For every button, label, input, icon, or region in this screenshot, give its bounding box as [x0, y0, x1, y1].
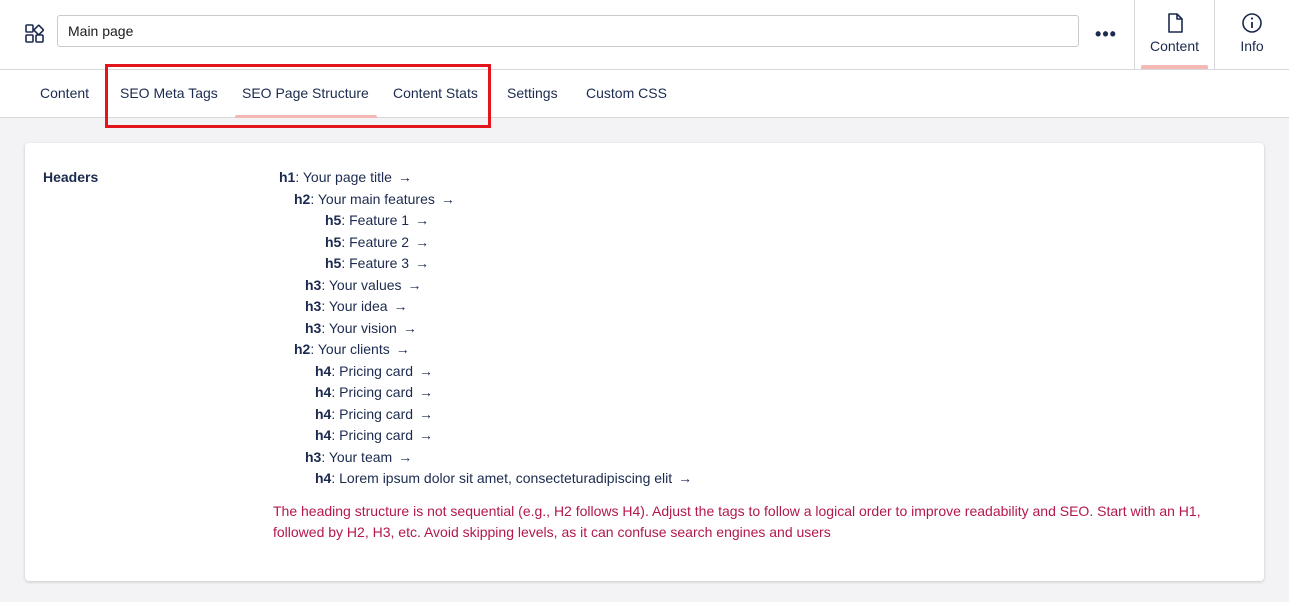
- heading-text: Your values: [328, 276, 402, 293]
- arrow-right-icon[interactable]: →: [678, 470, 692, 486]
- tab-seo-meta-tags[interactable]: SEO Meta Tags: [120, 70, 218, 118]
- heading-item[interactable]: h4: Pricing card →: [315, 404, 433, 425]
- tab-settings[interactable]: Settings: [507, 70, 558, 118]
- arrow-right-icon[interactable]: →: [398, 169, 412, 185]
- heading-text: Your page title: [302, 169, 392, 185]
- app-tab-content[interactable]: Content: [1134, 0, 1214, 69]
- arrow-right-icon[interactable]: →: [419, 384, 433, 400]
- page-name-input[interactable]: [57, 15, 1079, 47]
- heading-text: Your main features: [317, 190, 435, 207]
- heading-tag: h1: [279, 169, 296, 185]
- structure-warning: The heading structure is not sequential …: [273, 503, 1201, 540]
- heading-tag: h4: [315, 470, 332, 486]
- heading-item[interactable]: h5: Feature 3 →: [325, 253, 429, 274]
- heading-text: Your clients: [317, 341, 390, 357]
- heading-item[interactable]: h2: Your clients →: [294, 339, 410, 360]
- heading-item[interactable]: h4: Lorem ipsum dolor sit amet, consecte…: [315, 468, 692, 489]
- heading-tag: h4: [315, 362, 332, 379]
- arrow-right-icon[interactable]: →: [419, 406, 433, 422]
- seo-structure-card: Headers h1: Your page title → h2: Your mai…: [25, 143, 1264, 581]
- heading-text: Pricing card: [339, 427, 414, 443]
- arrow-right-icon[interactable]: →: [415, 255, 429, 271]
- app-tab-info[interactable]: Info: [1214, 0, 1289, 69]
- arrow-right-icon[interactable]: →: [394, 298, 408, 314]
- arrow-right-icon[interactable]: →: [408, 277, 422, 293]
- document-icon: [1167, 13, 1183, 33]
- heading-text: Pricing card: [339, 384, 414, 400]
- arrow-right-icon[interactable]: →: [419, 363, 433, 379]
- heading-item[interactable]: h4: Pricing card →: [315, 361, 433, 382]
- heading-text: Your vision: [328, 319, 397, 336]
- heading-tag: h4: [315, 384, 332, 400]
- arrow-right-icon[interactable]: →: [403, 320, 417, 336]
- heading-text: Pricing card: [339, 362, 414, 379]
- heading-text: Feature 2: [349, 233, 410, 250]
- heading-item[interactable]: h5: Feature 2 →: [325, 232, 429, 253]
- heading-text: Pricing card: [339, 405, 414, 422]
- tab-content-stats[interactable]: Content Stats: [393, 70, 478, 118]
- heading-item[interactable]: h3: Your team →: [305, 447, 412, 468]
- heading-tag: h5: [325, 212, 342, 228]
- heading-text: Your team: [328, 448, 393, 465]
- heading-text: Lorem ipsum dolor sit amet, consectetura…: [339, 470, 673, 486]
- tab-content[interactable]: Content: [40, 70, 89, 118]
- apps-grid-icon[interactable]: [24, 23, 46, 45]
- heading-item[interactable]: h3: Your idea →: [305, 296, 408, 317]
- heading-text: Your idea: [328, 298, 388, 314]
- heading-item[interactable]: h3: Your vision →: [305, 318, 417, 339]
- info-icon: [1242, 13, 1262, 33]
- heading-tag: h3: [305, 298, 322, 314]
- heading-item[interactable]: h2: Your main features →: [294, 189, 455, 210]
- top-bar: ••• Content Info: [0, 0, 1289, 70]
- headers-label: Headers: [43, 169, 99, 185]
- heading-item[interactable]: h5: Feature 1 →: [325, 210, 429, 231]
- arrow-right-icon[interactable]: →: [419, 427, 433, 443]
- tab-custom-css[interactable]: Custom CSS: [586, 70, 667, 118]
- heading-tag: h2: [294, 190, 311, 207]
- heading-item[interactable]: h4: Pricing card →: [315, 425, 433, 446]
- heading-item[interactable]: h1: Your page title →: [279, 167, 412, 188]
- heading-tag: h4: [315, 405, 332, 422]
- heading-item[interactable]: h4: Pricing card →: [315, 382, 433, 403]
- heading-tag: h3: [305, 276, 322, 293]
- heading-text: Feature 3: [349, 255, 410, 271]
- heading-item[interactable]: h3: Your values →: [305, 275, 422, 296]
- app-tab-info-label: Info: [1240, 38, 1264, 54]
- heading-tag: h2: [294, 341, 311, 357]
- app-tab-content-label: Content: [1149, 38, 1200, 54]
- heading-tag: h3: [305, 319, 322, 336]
- arrow-right-icon[interactable]: →: [396, 341, 410, 357]
- more-options-button[interactable]: •••: [1090, 20, 1122, 48]
- arrow-right-icon[interactable]: →: [415, 212, 429, 228]
- heading-tag: h4: [315, 427, 332, 443]
- heading-tag: h5: [325, 255, 342, 271]
- section-tabs: Content SEO Meta Tags SEO Page Structure…: [0, 70, 1289, 118]
- arrow-right-icon[interactable]: →: [398, 449, 412, 465]
- heading-tag: h3: [305, 448, 322, 465]
- heading-tag: h5: [325, 233, 342, 250]
- arrow-right-icon[interactable]: →: [415, 234, 429, 250]
- heading-text: Feature 1: [349, 212, 410, 228]
- arrow-right-icon[interactable]: →: [441, 191, 455, 207]
- tab-seo-page-structure[interactable]: SEO Page Structure: [235, 70, 377, 118]
